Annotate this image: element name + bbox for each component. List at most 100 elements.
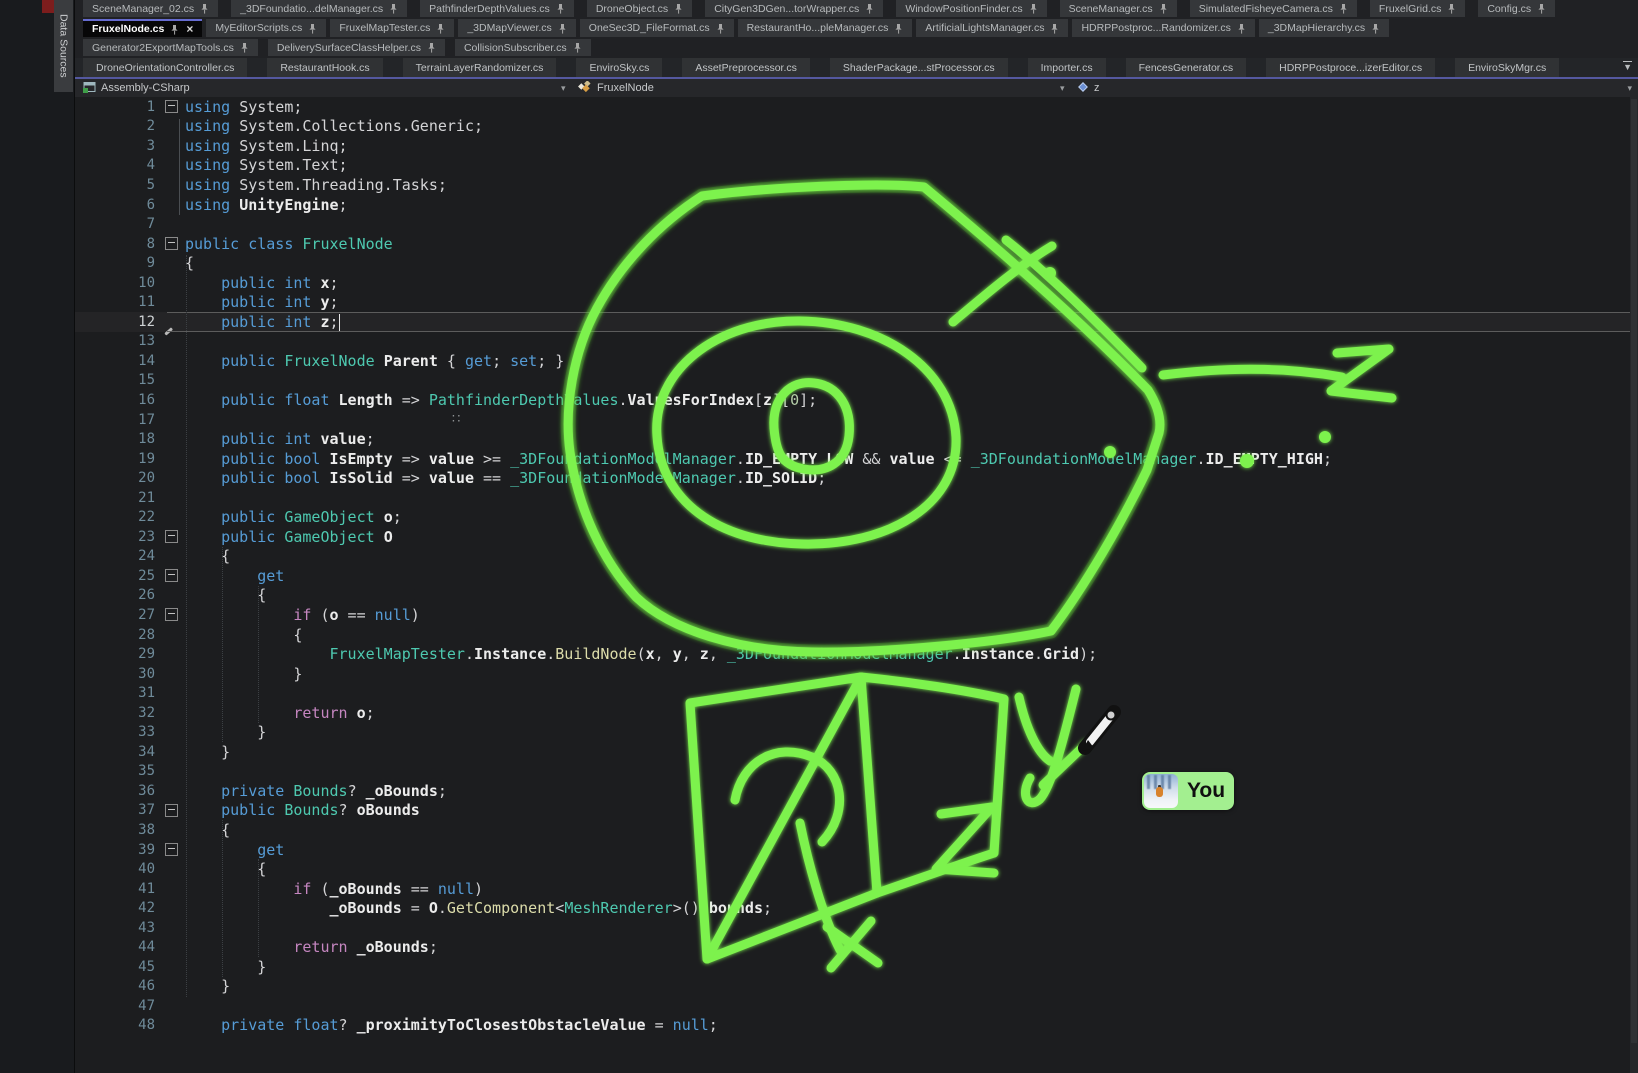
pin-icon[interactable] [427,42,436,53]
line-number: 42 [75,900,157,916]
tab-pathfinderdepthvalues-cs[interactable]: PathfinderDepthValues.cs [420,0,574,17]
tab-citygen3dgen-torwrapper-cs[interactable]: CityGen3DGen...torWrapper.cs [705,0,883,17]
pin-icon[interactable] [1339,3,1348,14]
tab-assetpreprocessor-cs[interactable]: AssetPreprocessor.cs [682,58,810,77]
field-icon [1077,81,1089,96]
code-line-38: 38 { [75,820,1638,840]
sidebar-tab-data-sources[interactable]: Data Sources [54,0,73,92]
code-line-14: 14 public FruxelNode Parent { get; set; … [75,351,1638,371]
tab-fruxelnode-cs[interactable]: FruxelNode.cs× [83,19,202,37]
pin-icon[interactable] [308,23,317,34]
breadcrumb-member[interactable]: z [1077,79,1100,97]
close-icon[interactable]: × [186,24,193,34]
tab-generator2exportmaptools-cs[interactable]: Generator2ExportMapTools.cs [83,39,258,56]
pin-icon[interactable] [436,23,445,34]
tab-restauranthook-cs[interactable]: RestaurantHook.cs [267,58,382,77]
tab-collisionsubscriber-cs[interactable]: CollisionSubscriber.cs [455,39,591,56]
tab-droneobject-cs[interactable]: DroneObject.cs [587,0,692,17]
tab-deliverysurfaceclasshelper-cs[interactable]: DeliverySurfaceClassHelper.cs [268,39,445,56]
pin-icon[interactable] [865,3,874,14]
tab-hdrppostproce-izereditor-cs[interactable]: HDRPPostproce...izerEditor.cs [1266,58,1435,77]
tab-fencesgenerator-cs[interactable]: FencesGenerator.cs [1126,58,1247,77]
code-text: } [185,743,230,761]
pin-icon[interactable] [1447,3,1456,14]
code-text: public bool IsEmpty => value >= _3DFound… [185,450,1332,468]
tab-label: Importer.cs [1041,62,1093,74]
tab-droneorientationcontroller-cs[interactable]: DroneOrientationController.cs [83,58,247,77]
indent-guide [222,820,223,977]
tab-hdrppostproc-randomizer-cs[interactable]: HDRPPostproc...Randomizer.cs [1072,19,1254,37]
line-number: 43 [75,920,157,936]
pin-icon[interactable] [674,3,683,14]
pin-icon[interactable] [170,24,179,35]
code-editor[interactable]: 1using System;2using System.Collections.… [75,97,1638,1073]
tab-fruxelgrid-cs[interactable]: FruxelGrid.cs [1370,0,1465,17]
pin-icon[interactable] [573,42,582,53]
code-line-5: 5using System.Threading.Tasks; [75,175,1638,195]
indent-guide [222,547,223,742]
pin-icon[interactable] [1537,3,1546,14]
breadcrumb-class[interactable]: FruxelNode [578,79,654,97]
tab-artificiallightsmanager-cs[interactable]: ArtificialLightsManager.cs [916,19,1068,37]
fold-marker-icon[interactable] [165,530,178,543]
line-number: 29 [75,646,157,662]
pin-icon[interactable] [1237,23,1246,34]
tab-restaurantho-plemanager-cs[interactable]: RestaurantHo...pleManager.cs [738,19,913,37]
tab-scenemanager-02-cs[interactable]: SceneManager_02.cs [83,0,218,17]
tab-scenemanager-cs[interactable]: SceneManager.cs [1060,0,1177,17]
member-dropdown-arrow[interactable]: ▾ [1627,79,1632,97]
breadcrumb-project[interactable]: Assembly-CSharp [83,79,190,97]
line-number: 23 [75,529,157,545]
pin-icon[interactable] [1371,23,1380,34]
pin-icon[interactable] [1029,3,1038,14]
fold-marker-icon[interactable] [165,608,178,621]
class-dropdown-arrow[interactable]: ▾ [1060,79,1065,97]
fold-marker-icon[interactable] [165,569,178,582]
tab-terrainlayerrandomizer-cs[interactable]: TerrainLayerRandomizer.cs [403,58,557,77]
pin-icon[interactable] [1159,3,1168,14]
breadcrumb-member-label: z [1094,82,1100,94]
project-dropdown-arrow[interactable]: ▾ [561,79,566,97]
pin-icon[interactable] [1050,23,1059,34]
tab-envirosky-cs[interactable]: EnviroSky.cs [576,58,662,77]
tab-enviroskymgr-cs[interactable]: EnviroSkyMgr.cs [1455,58,1559,77]
fold-marker-icon[interactable] [165,100,178,113]
code-text: } [185,665,302,683]
code-lines: 1using System;2using System.Collections.… [75,97,1638,1035]
pin-icon[interactable] [894,23,903,34]
tab-shaderpackage-stprocessor-cs[interactable]: ShaderPackage...stProcessor.cs [830,58,1008,77]
pin-icon[interactable] [240,42,249,53]
tab-fruxelmaptester-cs[interactable]: FruxelMapTester.cs [330,19,454,37]
code-text: get [185,841,284,859]
fold-marker-icon[interactable] [165,237,178,250]
tab-importer-cs[interactable]: Importer.cs [1028,58,1106,77]
tab-simulatedfisheyecamera-cs[interactable]: SimulatedFisheyeCamera.cs [1190,0,1357,17]
pin-icon[interactable] [558,23,567,34]
pin-icon[interactable] [200,3,209,14]
tab--3dmapviewer-cs[interactable]: _3DMapViewer.cs [458,19,575,37]
tab-myeditorscripts-cs[interactable]: MyEditorScripts.cs [206,19,326,37]
code-line-32: 32 return o; [75,703,1638,723]
scrollbar-thumb[interactable] [1631,99,1637,1043]
line-number: 5 [75,177,157,193]
line-number: 8 [75,236,157,252]
pin-icon[interactable] [716,23,725,34]
code-line-22: 22 public GameObject o; [75,507,1638,527]
pin-icon[interactable] [389,3,398,14]
tab-label: _3DMapViewer.cs [467,22,551,34]
code-text: using UnityEngine; [185,196,348,214]
line-number: 9 [75,255,157,271]
tab-label: PathfinderDepthValues.cs [429,3,550,15]
tab-config-cs[interactable]: Config.cs [1478,0,1555,17]
editor-scrollbar[interactable] [1630,97,1638,1073]
line-number: 34 [75,744,157,760]
fold-marker-icon[interactable] [165,804,178,817]
tab-overflow-icon[interactable]: ▼ [1623,61,1632,72]
tab-onesec3d-fileformat-cs[interactable]: OneSec3D_FileFormat.cs [580,19,734,37]
pin-icon[interactable] [556,3,565,14]
code-line-13: 13 [75,332,1638,352]
tab--3dmaphierarchy-cs[interactable]: _3DMapHierarchy.cs [1259,19,1389,37]
tab-windowpositionfinder-cs[interactable]: WindowPositionFinder.cs [896,0,1046,17]
tab--3dfoundatio-delmanager-cs[interactable]: _3DFoundatio...delManager.cs [231,0,407,17]
fold-marker-icon[interactable] [165,843,178,856]
